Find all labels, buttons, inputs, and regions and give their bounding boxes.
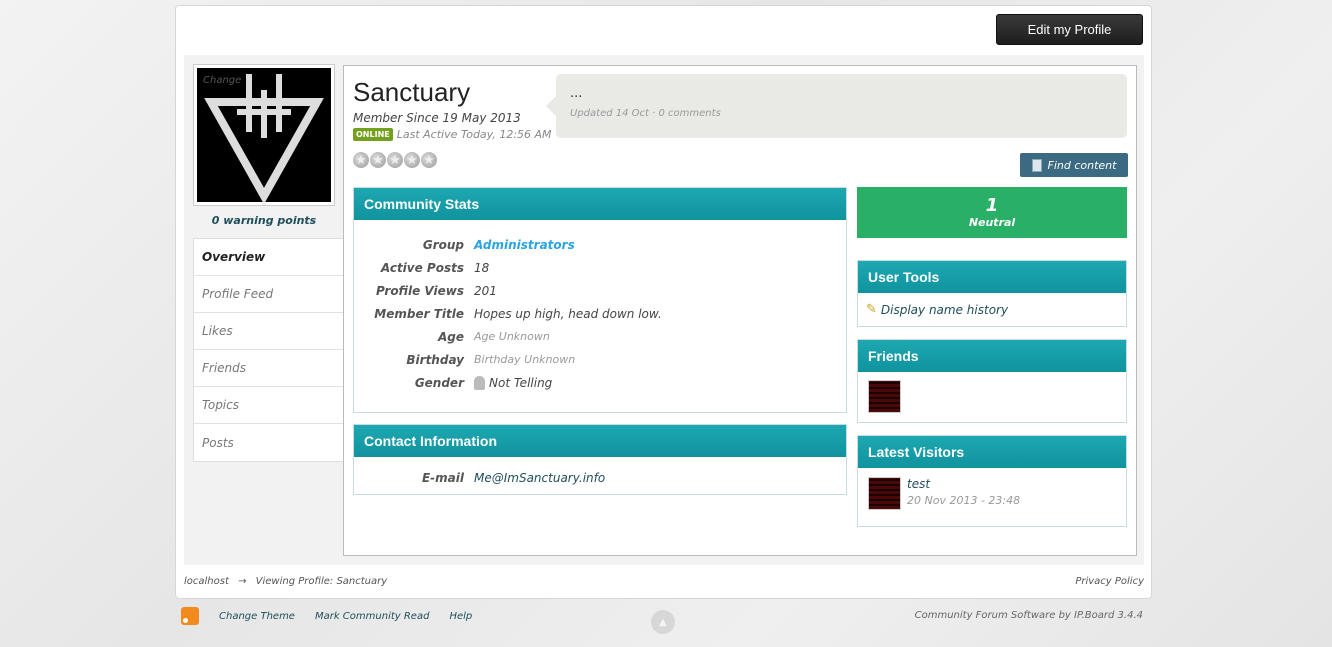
rss-icon[interactable] — [181, 607, 199, 625]
friends: Friends — [857, 339, 1127, 423]
rating-stars[interactable]: ★ ★ ★ ★ ★ — [353, 152, 437, 168]
profile-panel: Change 0 warning points Overview Profile… — [184, 55, 1144, 565]
page-title: Sanctuary — [353, 77, 471, 107]
document-icon — [1031, 158, 1042, 172]
back-to-top-icon[interactable]: ▲ — [651, 610, 675, 634]
find-content-label: Find content — [1047, 158, 1117, 172]
visitor-time: 20 Nov 2013 - 23:48 — [907, 494, 1021, 507]
avatar[interactable]: Change — [194, 65, 334, 205]
find-content-button[interactable]: Find content — [1020, 153, 1128, 177]
stat-row: Group Administrators — [354, 233, 846, 256]
status-meta[interactable]: Updated 14 Oct · 0 comments — [570, 108, 721, 119]
friend-avatar[interactable] — [868, 380, 901, 413]
group-link[interactable]: Administrators — [474, 238, 575, 252]
breadcrumb-home[interactable]: localhost — [184, 576, 229, 587]
arrow-right-icon: → — [238, 576, 247, 587]
tab-overview[interactable]: Overview — [194, 239, 345, 276]
latest-visitors: Latest Visitors test 20 Nov 2013 - 23:48 — [857, 435, 1127, 527]
star-icon[interactable]: ★ — [404, 152, 420, 168]
community-stats: Community Stats Group Administrators Act… — [353, 187, 847, 413]
tab-profile-feed[interactable]: Profile Feed — [194, 276, 343, 313]
stat-label: E-mail — [421, 470, 464, 485]
stat-value: 18 — [474, 260, 490, 275]
stat-label: Profile Views — [375, 283, 464, 298]
breadcrumb: localhost → Viewing Profile: Sanctuary P… — [184, 576, 1144, 587]
change-theme-link[interactable]: Change Theme — [219, 611, 295, 622]
stat-label: Active Posts — [380, 260, 464, 275]
last-active: Last Active Today, 12:56 AM — [396, 128, 552, 141]
status-text: ... — [570, 86, 583, 101]
community-stats-title: Community Stats — [354, 188, 846, 220]
reputation-label: Neutral — [968, 216, 1016, 229]
pencil-icon: ✎ — [866, 302, 877, 317]
stat-row: Profile Views 201 — [354, 279, 846, 302]
profile-tabs: Overview Profile Feed Likes Friends Topi… — [193, 238, 345, 462]
latest-visitors-title: Latest Visitors — [858, 436, 1126, 468]
help-link[interactable]: Help — [449, 611, 472, 622]
stat-label: Group — [422, 237, 464, 252]
privacy-policy-link[interactable]: Privacy Policy — [1075, 576, 1144, 587]
gender-text: Not Telling — [489, 375, 553, 390]
profile-page: Edit my Profile Change 0 warning points … — [175, 5, 1152, 599]
user-tools: User Tools ✎ Display name history — [857, 260, 1127, 327]
stat-label: Birthday — [406, 352, 464, 367]
star-icon[interactable]: ★ — [387, 152, 403, 168]
stat-label: Member Title — [374, 306, 464, 321]
stat-row: Gender Not Telling — [354, 371, 846, 394]
friends-title: Friends — [858, 340, 1126, 372]
person-icon — [474, 375, 485, 390]
status-badge: ONLINE — [353, 128, 393, 141]
profile-main: Sanctuary Member Since 19 May 2013 ONLIN… — [343, 65, 1137, 556]
contact-information: Contact Information E-mail Me@ImSanctuar… — [353, 424, 847, 495]
tab-friends[interactable]: Friends — [194, 350, 343, 387]
member-since: Member Since 19 May 2013 — [353, 111, 521, 125]
display-name-history-label: Display name history — [880, 302, 1009, 317]
display-name-history-link[interactable]: ✎ Display name history — [858, 293, 1126, 326]
online-status: ONLINE Last Active Today, 12:56 AM — [353, 128, 552, 141]
stat-row: E-mail Me@ImSanctuary.info — [354, 466, 846, 489]
email-link[interactable]: Me@ImSanctuary.info — [474, 471, 605, 485]
gender-value: Not Telling — [474, 375, 553, 390]
stat-row: Member Title Hopes up high, head down lo… — [354, 302, 846, 325]
stat-value: Age Unknown — [474, 330, 550, 343]
status-update: ... Updated 14 Oct · 0 comments — [546, 74, 1127, 138]
stat-row: Active Posts 18 — [354, 256, 846, 279]
tab-posts[interactable]: Posts — [194, 424, 343, 461]
mark-read-link[interactable]: Mark Community Read — [315, 611, 429, 622]
stat-value: 201 — [474, 283, 497, 298]
stat-label: Gender — [414, 375, 464, 390]
contact-title: Contact Information — [354, 425, 846, 457]
avatar-logo-icon — [204, 74, 324, 202]
stat-row: Birthday Birthday Unknown — [354, 348, 846, 371]
star-icon[interactable]: ★ — [421, 152, 437, 168]
reputation-box: 1 Neutral — [857, 187, 1127, 238]
stat-row: Age Age Unknown — [354, 325, 846, 348]
edit-profile-button[interactable]: Edit my Profile — [996, 14, 1143, 45]
stat-label: Age — [437, 329, 464, 344]
stat-value: Birthday Unknown — [474, 353, 576, 366]
stat-value: Hopes up high, head down low. — [474, 306, 662, 321]
star-icon[interactable]: ★ — [370, 152, 386, 168]
powered-by[interactable]: Community Forum Software by IP.Board 3.4… — [915, 610, 1143, 621]
star-icon[interactable]: ★ — [353, 152, 369, 168]
user-tools-title: User Tools — [858, 261, 1126, 293]
tab-likes[interactable]: Likes — [194, 313, 343, 350]
tab-topics[interactable]: Topics — [194, 387, 343, 424]
visitor-name[interactable]: test — [907, 477, 1020, 491]
warning-points[interactable]: 0 warning points — [194, 214, 334, 227]
visitor-avatar[interactable] — [868, 477, 901, 510]
breadcrumb-current: Viewing Profile: Sanctuary — [255, 576, 388, 587]
reputation-value: 1 — [985, 195, 999, 216]
